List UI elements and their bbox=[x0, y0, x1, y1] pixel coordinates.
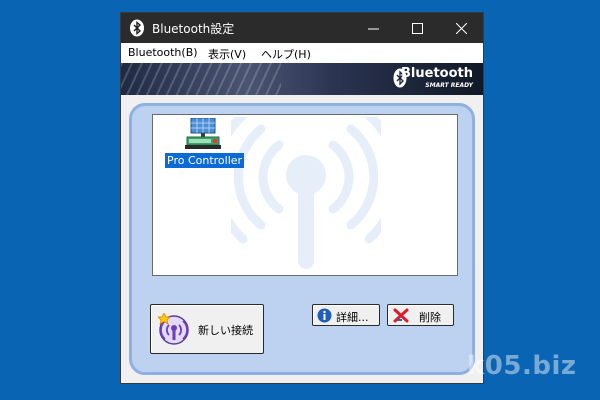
device-item[interactable]: Pro Controller bbox=[165, 118, 245, 174]
remove-button[interactable]: 削除 bbox=[387, 304, 454, 326]
window-title: Bluetooth設定 bbox=[152, 22, 235, 36]
maximize-button[interactable] bbox=[395, 13, 439, 43]
new-connection-icon bbox=[158, 313, 189, 345]
bluetooth-app-icon bbox=[130, 19, 144, 37]
menu-view[interactable]: 表示(V) bbox=[208, 46, 246, 62]
minimize-icon bbox=[367, 28, 379, 29]
banner-tagline: SMART READY bbox=[425, 82, 473, 89]
banner-decoration bbox=[121, 63, 281, 95]
maximize-icon bbox=[411, 22, 423, 34]
menu-bluetooth[interactable]: Bluetooth(B) bbox=[128, 46, 198, 59]
delete-x-icon bbox=[393, 308, 409, 323]
close-button[interactable] bbox=[439, 13, 483, 43]
details-label: 詳細... bbox=[336, 311, 369, 324]
close-icon bbox=[455, 22, 467, 34]
details-button[interactable]: 詳細... bbox=[312, 304, 380, 326]
device-name: Pro Controller bbox=[165, 153, 245, 168]
minimize-button[interactable] bbox=[351, 13, 395, 43]
banner-brand: Bluetooth bbox=[401, 66, 473, 81]
new-connection-button[interactable]: 新しい接続 bbox=[150, 304, 264, 354]
menu-bar: Bluetooth(B) 表示(V) ヘルプ(H) bbox=[121, 43, 483, 63]
device-list[interactable]: Pro Controller bbox=[152, 114, 458, 276]
devices-panel: Pro Controller 新しい接続 詳細... 削除 bbox=[129, 103, 475, 375]
bluetooth-banner: Bluetooth SMART READY bbox=[121, 63, 483, 95]
bluetooth-settings-window: Bluetooth設定 Bluetooth(B) 表示(V) ヘルプ(H) Bl… bbox=[120, 12, 484, 384]
remove-label: 削除 bbox=[419, 311, 441, 324]
new-connection-label: 新しい接続 bbox=[198, 324, 253, 337]
site-watermark: k05.biz bbox=[467, 351, 577, 381]
menu-help[interactable]: ヘルプ(H) bbox=[261, 46, 311, 62]
bluetooth-antenna-watermark-icon bbox=[231, 117, 381, 269]
info-icon bbox=[317, 308, 332, 323]
computer-device-icon bbox=[185, 118, 221, 149]
title-bar[interactable]: Bluetooth設定 bbox=[121, 13, 483, 43]
